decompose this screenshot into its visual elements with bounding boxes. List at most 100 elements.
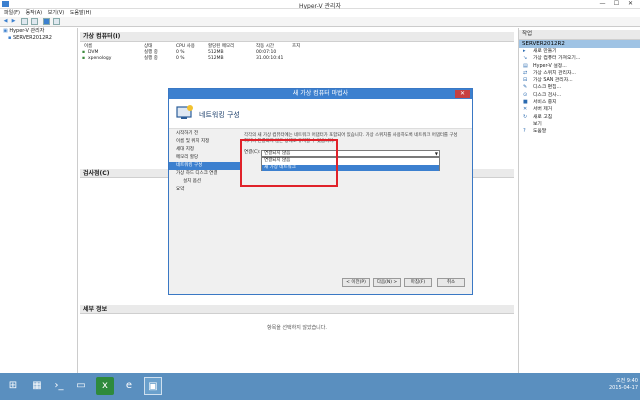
- start-windows-icon[interactable]: ⊞: [4, 377, 22, 395]
- menu-view[interactable]: 보기(V): [48, 9, 65, 17]
- actions-pane: 작업 SERVER2012R2 ▸ 새로 만들기 ↘ 가상 컴퓨터 가져오기... ▤ H…: [518, 28, 640, 373]
- system-clock[interactable]: 오전 9:40 2015-04-17: [590, 378, 638, 392]
- wizard-step[interactable]: 시작하기 전: [169, 130, 241, 138]
- next-button[interactable]: 다음(N) >: [373, 278, 401, 287]
- action-icon: ✕: [523, 106, 528, 113]
- action-label: 도움말: [533, 129, 547, 135]
- close-button[interactable]: ✕: [624, 0, 637, 8]
- vm-cpu: 0 %: [176, 56, 185, 61]
- show-tree-icon[interactable]: [31, 18, 38, 25]
- cancel-button[interactable]: 취소: [437, 278, 465, 287]
- action-icon: ⇄: [523, 69, 528, 76]
- dialog-title: 새 가상 컴퓨터 마법사: [169, 89, 472, 99]
- file-explorer-icon[interactable]: ▭: [72, 377, 90, 395]
- action-label: 가상 컴퓨터 가져오기...: [533, 56, 581, 62]
- table-row[interactable]: ▪ xpenology 실행 중 0 % 512MB 31.00:10:41: [80, 56, 514, 62]
- action-icon: ✎: [523, 84, 528, 91]
- new-vm-wizard-dialog: 새 가상 컴퓨터 마법사 ✕ 네트워킹 구성 시작하기 전 이름 및 위치 지정 세…: [168, 88, 473, 295]
- action-label: 새로 만들기: [533, 49, 557, 54]
- menu-action[interactable]: 동작(A): [26, 9, 43, 17]
- action-item[interactable]: ▸ 새로 만들기: [519, 48, 640, 55]
- action-label: 가상 스위치 관리자...: [533, 70, 576, 76]
- vm-state: 실행 중: [144, 56, 158, 61]
- action-icon: ■: [523, 99, 528, 106]
- highlight-annotation-box: [240, 139, 338, 187]
- tree-item-hyperv-root[interactable]: ▣ Hyper-V 관리자: [0, 28, 77, 35]
- action-item[interactable]: ⊙ 디스크 검사...: [519, 92, 640, 99]
- tree-item-server[interactable]: ▪ SERVER2012R2: [0, 35, 77, 42]
- finish-button[interactable]: 마침(F): [404, 278, 432, 287]
- title-bar: Hyper-V 관리자 — ☐ ✕: [0, 0, 640, 10]
- vm-running-icon: ▪: [82, 56, 86, 61]
- action-label: 보기: [533, 121, 542, 127]
- navigation-tree: ▣ Hyper-V 관리자 ▪ SERVER2012R2: [0, 28, 78, 373]
- wizard-step[interactable]: 네트워킹 구성: [169, 162, 241, 170]
- action-label: 서버 제거: [533, 107, 553, 113]
- vm-memory: 512MB: [208, 56, 224, 61]
- action-item[interactable]: 보기: [519, 121, 640, 128]
- wizard-step[interactable]: 이름 및 위치 지정: [169, 138, 241, 146]
- action-item[interactable]: ✕ 서버 제거: [519, 106, 640, 113]
- action-label: 가상 SAN 관리자...: [533, 78, 573, 84]
- action-item[interactable]: ↘ 가상 컴퓨터 가져오기...: [519, 55, 640, 62]
- wizard-step[interactable]: 메모리 할당: [169, 154, 241, 162]
- action-item[interactable]: ▤ Hyper-V 설정...: [519, 63, 640, 70]
- minimize-button[interactable]: —: [596, 0, 609, 8]
- menu-help[interactable]: 도움말(H): [70, 9, 91, 17]
- action-icon: ⊟: [523, 77, 528, 84]
- menu-bar: 파일(F) 동작(A) 보기(V) 도움말(H): [0, 9, 640, 17]
- internet-explorer-icon[interactable]: e: [120, 377, 138, 395]
- wizard-steps: 시작하기 전 이름 및 위치 지정 세대 지정 메모리 할당 네트워킹 구성 가상 하드 …: [169, 130, 241, 295]
- action-item[interactable]: ⊟ 가상 SAN 관리자...: [519, 77, 640, 84]
- actions-header: 작업: [519, 30, 640, 40]
- action-item[interactable]: ↻ 새로 고침: [519, 114, 640, 121]
- action-item[interactable]: ■ 서비스 중지: [519, 99, 640, 106]
- vm-section-header: 가상 컴퓨터(I): [80, 32, 514, 42]
- taskbar: ⊞ ▦ ›_ ▭ x e ▣ 오전 9:40 2015-04-17: [0, 373, 640, 400]
- wizard-page-title: 네트워킹 구성: [199, 111, 240, 119]
- wizard-step[interactable]: 설치 옵션: [169, 178, 241, 186]
- action-icon: [523, 122, 529, 127]
- up-folder-icon[interactable]: [21, 18, 28, 25]
- chevron-down-icon[interactable]: ▼: [435, 151, 438, 156]
- action-icon: ?: [523, 128, 526, 135]
- action-icon: ⊙: [523, 91, 528, 98]
- action-label: 디스크 편집...: [533, 85, 562, 91]
- action-item[interactable]: ✎ 디스크 편집...: [519, 84, 640, 91]
- properties-icon[interactable]: [53, 18, 60, 25]
- action-label: 디스크 검사...: [533, 92, 562, 98]
- details-section-header: 세부 정보: [80, 305, 514, 314]
- powershell-icon[interactable]: ›_: [50, 377, 68, 395]
- clock-date: 2015-04-17: [608, 385, 638, 391]
- monitor-icon: [176, 105, 194, 121]
- wizard-step[interactable]: 세대 지정: [169, 146, 241, 154]
- dialog-header: 네트워킹 구성: [169, 99, 472, 129]
- action-icon: ▸: [523, 48, 526, 54]
- previous-button[interactable]: < 이전(P): [342, 278, 370, 287]
- action-icon: ↻: [523, 113, 528, 120]
- forward-arrow-icon[interactable]: ▶: [10, 18, 17, 25]
- server-manager-icon[interactable]: ▦: [28, 377, 46, 395]
- menu-file[interactable]: 파일(F): [4, 9, 20, 17]
- action-item[interactable]: ? 도움말: [519, 128, 640, 135]
- action-icon: ▤: [523, 62, 528, 69]
- action-item[interactable]: ⇄ 가상 스위치 관리자...: [519, 70, 640, 77]
- clock-time: 오전 9:40: [615, 378, 638, 384]
- action-icon: ↘: [523, 55, 528, 62]
- wizard-step[interactable]: 요약: [169, 186, 241, 194]
- help-icon[interactable]: [43, 18, 50, 25]
- toolbar: ◀ ▶: [0, 17, 640, 27]
- wizard-step[interactable]: 가상 하드 디스크 연결: [169, 170, 241, 178]
- details-empty-message: 항목을 선택하지 않았습니다.: [267, 325, 327, 331]
- vm-uptime: 31.00:10:41: [256, 56, 284, 61]
- dialog-close-button[interactable]: ✕: [455, 90, 470, 98]
- actions-server-group[interactable]: SERVER2012R2: [519, 40, 640, 48]
- action-label: 서비스 중지: [533, 100, 557, 106]
- excel-icon[interactable]: x: [96, 377, 114, 395]
- maximize-button[interactable]: ☐: [610, 0, 623, 8]
- back-arrow-icon[interactable]: ◀: [2, 18, 9, 25]
- action-label: Hyper-V 설정...: [533, 63, 567, 69]
- action-label: 새로 고침: [533, 114, 553, 120]
- hyperv-manager-taskbar-icon[interactable]: ▣: [144, 377, 162, 395]
- vm-table: 이름 상태 CPU 사용 할당된 메모리 작동 시간 흐지 ▪ DVM 실행 중…: [80, 44, 514, 62]
